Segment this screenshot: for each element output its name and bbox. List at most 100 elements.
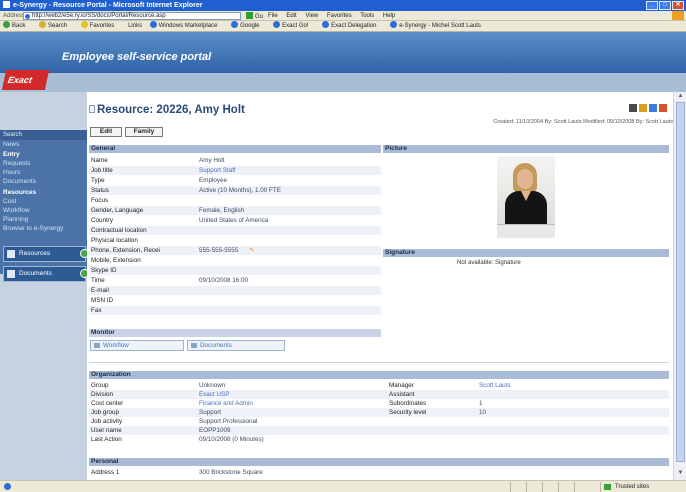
nav-item-documents[interactable]: Documents [3,177,83,186]
security-zone: Trusted sites [600,482,684,492]
nav-item-requests[interactable]: Requests [3,159,83,168]
phone-value: 555-555-5555 [199,247,239,254]
document-icon [191,343,197,348]
scroll-up-icon[interactable]: ▲ [676,93,685,101]
nav-item-browse[interactable]: Browse to e-Synergy [3,224,83,233]
ie-page-icon [322,21,330,28]
field-label: Job activity [91,418,123,425]
cost-center-link[interactable]: Finance and Admin [199,399,253,408]
menu-view[interactable]: View [305,13,318,19]
print-icon[interactable] [629,104,637,112]
field-label: Assistant [389,391,415,398]
monitor-documents-link[interactable]: Documents [187,340,285,351]
nav-item-resources[interactable]: Resources [3,188,83,197]
ie-page-icon [273,21,281,28]
link-windows-marketplace[interactable]: Windows Marketplace [149,21,224,29]
resource-icon [7,250,15,258]
field-label: Type [91,177,105,184]
link-e-synergy[interactable]: e-Synergy - Michel Scott Lauts [390,21,487,29]
divider [89,362,669,363]
nav-search-header[interactable]: Search [0,130,87,140]
ie-page-icon [390,21,398,28]
search-label: Search [48,23,68,29]
menu-edit[interactable]: Edit [286,13,296,19]
phone-icon[interactable]: ✎ [249,246,254,255]
resource-title-text: Resource: 20226, Amy Holt [97,104,245,116]
field-label: Last Action [91,436,122,443]
photo-neck [521,191,531,201]
help-icon[interactable] [649,104,657,112]
field-label: Mobile, Extension [91,257,141,264]
general-row: Status Active (10 Months), 1.00 FTE [89,186,381,195]
organization-row: Last Action 09/10/2008 (0 Minutes) [89,435,669,444]
trusted-zone-icon [604,484,611,490]
scroll-thumb[interactable] [676,102,685,462]
exact-logo: Exact [1,70,50,90]
field-label: Fax [91,307,102,314]
field-value: Amy Holt [199,157,225,164]
resources-nav-label: Resources [19,250,51,257]
scroll-down-icon[interactable]: ▼ [676,470,685,478]
export-icon[interactable] [639,104,647,112]
close-icon[interactable] [659,104,667,112]
field-label: Subordinates [389,400,427,407]
field-value: 300 Brickstone Square [199,469,263,476]
nav-item-workflow[interactable]: Workflow [3,206,83,215]
resources-nav-button[interactable]: Resources [3,246,89,262]
ie-status-icon [4,483,11,490]
picture-heading: Picture [383,145,669,153]
windows-flag-icon [672,11,684,20]
monitor-heading: Monitor [89,329,381,337]
manager-link[interactable]: Scott Lauts [479,381,511,390]
family-button[interactable]: Family [125,127,163,137]
search-button[interactable]: Search [39,21,73,29]
address-input[interactable]: http://web2/e5e.ry.io/SS/docs/Portal/Res… [23,12,241,20]
nav-item-hours[interactable]: Hours [3,168,83,177]
link-exact-go-label: Exact Go! [282,23,309,29]
menu-file[interactable]: File [268,13,278,19]
field-label: Status [91,187,109,194]
nav-item-news[interactable]: News [3,140,83,149]
field-value: 10 [479,409,487,416]
menu-help[interactable]: Help [383,13,395,19]
menu-tools[interactable]: Tools [360,13,374,19]
link-exact-delegation[interactable]: Exact Delegation [322,21,382,29]
organization-row: Cost center Finance and Admin Subordinates… [89,399,669,408]
address-label: Address [3,13,26,19]
organization-row: Job group Support Security level 10 [89,408,669,417]
general-row: MSN ID [89,296,381,305]
division-link[interactable]: Exact USP [199,390,229,399]
general-row: Gender, Language Female, English [89,206,381,215]
menu-favorites[interactable]: Favorites [327,13,352,19]
field-label: Name [91,157,108,164]
documents-nav-button[interactable]: Documents [3,266,89,282]
close-button[interactable]: ✕ [672,1,684,10]
link-google[interactable]: Google [231,21,265,29]
link-e-synergy-label: e-Synergy - Michel Scott Lauts [399,23,481,29]
maximize-button[interactable]: □ [659,1,671,10]
links-label: Links [128,23,143,29]
field-value: 09/10/2008 16:00 [199,277,249,284]
go-button[interactable]: Go [246,12,263,20]
nav-item-cost[interactable]: Cost [3,197,83,206]
link-exact-go[interactable]: Exact Go! [273,21,314,29]
field-label: Address 1 [91,469,120,476]
field-value: Support [199,409,222,416]
general-row: Physical location [89,236,381,245]
monitor-workflow-link[interactable]: Workflow [90,340,184,351]
resource-title: Resource: 20226, Amy Holt [89,104,245,119]
field-label: Group [91,382,109,389]
vertical-scrollbar[interactable]: ▲ ▼ [673,92,686,480]
search-icon [39,21,47,28]
favorites-button[interactable]: Favorites [80,21,121,29]
edit-button[interactable]: Edit [90,127,122,137]
minimize-button[interactable]: _ [646,1,658,10]
photo-desk [497,224,555,238]
general-row: Time 09/10/2008 16:00 [89,276,381,285]
job-title-link[interactable]: Support Staff [199,166,236,175]
back-button[interactable]: Back [3,21,31,29]
nav-item-entry[interactable]: Entry [3,150,83,159]
field-value: Female, English [199,207,245,214]
nav-item-planning[interactable]: Planning [3,215,83,224]
window-title-bar: e-Synergy - Resource Portal - Microsoft … [0,0,686,11]
